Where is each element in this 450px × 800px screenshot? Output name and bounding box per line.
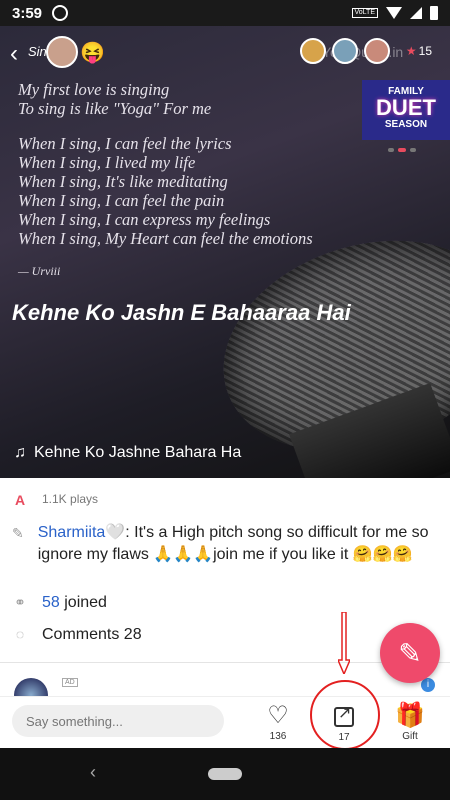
avatar[interactable] (300, 38, 326, 64)
star-icon: ★ (405, 44, 417, 58)
join-sing-button[interactable]: ✎ (380, 623, 440, 683)
wifi-icon (386, 7, 402, 19)
play-count: A 1.1K plays (12, 492, 98, 508)
comments-link[interactable]: ◌ Comments 28 (12, 626, 142, 644)
lyrics-image-text: My first love is singing To sing is like… (18, 80, 313, 281)
listener-count[interactable]: ★ 15 (406, 44, 432, 58)
info-icon[interactable]: i (421, 678, 435, 692)
poem-author: — Urviii (18, 264, 61, 278)
signal-icon (410, 7, 422, 19)
annotation-arrow (338, 612, 350, 674)
clock: 3:59 (12, 4, 43, 22)
heart-icon: ♡ (267, 702, 289, 729)
joined-count[interactable]: ⚭ 58 joined (12, 594, 107, 612)
listener-avatars[interactable] (300, 38, 390, 64)
navigation-bar: ‹ (0, 748, 450, 800)
microphone-icon: ✎ (398, 637, 422, 669)
banner-pager-dots (388, 148, 416, 152)
back-icon[interactable]: ‹ (10, 40, 18, 68)
music-note-icon: ♫ (14, 444, 26, 461)
gift-button[interactable]: 🎁 Gift (390, 701, 430, 742)
avatar[interactable] (332, 38, 358, 64)
ad-badge: AD (62, 678, 78, 687)
nav-back-icon[interactable]: ‹ (90, 762, 96, 783)
comment-icon: ◌ (15, 626, 25, 642)
now-playing[interactable]: ♫ Kehne Ko Jashne Bahara Ha (14, 444, 241, 462)
song-title: Kehne Ko Jashn E Bahaaraa Hai (12, 300, 351, 325)
comment-input[interactable] (12, 705, 224, 737)
emoji-face-icon: 😝 (80, 42, 105, 64)
like-button[interactable]: ♡ 136 (258, 701, 298, 742)
avatar[interactable] (364, 38, 390, 64)
bottom-action-bar: ♡ 136 17 🎁 Gift (0, 696, 450, 748)
song-description: ✎ Sharmiita🤍: It's a High pitch song so … (12, 524, 429, 563)
volte-badge: VoLTE (351, 8, 378, 18)
poem-line: My first love is singing (18, 80, 170, 99)
poem-line: To sing is like "Yoga" For me (18, 99, 212, 118)
nav-home-pill[interactable] (208, 768, 242, 780)
poem-line: When I sing, It's like meditating (18, 172, 228, 191)
poem-line: When I sing, I can feel the lyrics (18, 134, 232, 153)
singer-avatar[interactable] (46, 36, 78, 68)
status-bar: 3:59 VoLTE (0, 0, 450, 26)
battery-icon (430, 6, 438, 20)
pencil-icon: ✎ (12, 525, 24, 541)
plays-icon: A (14, 492, 26, 508)
annotation-circle (310, 680, 380, 750)
family-duet-banner[interactable]: FAMILY DUET SEASON (362, 80, 450, 140)
poem-line: When I sing, I can feel the pain (18, 191, 225, 210)
poem-line: When I sing, I can express my feelings (18, 210, 271, 229)
poem-line: When I sing, I lived my life (18, 153, 196, 172)
uploader-link[interactable]: Sharmiita🤍 (38, 524, 126, 541)
poem-line: When I sing, My Heart can feel the emoti… (18, 229, 313, 248)
at-sign-icon (52, 5, 69, 21)
gift-icon: 🎁 (395, 702, 425, 729)
people-icon: ⚭ (14, 594, 26, 610)
